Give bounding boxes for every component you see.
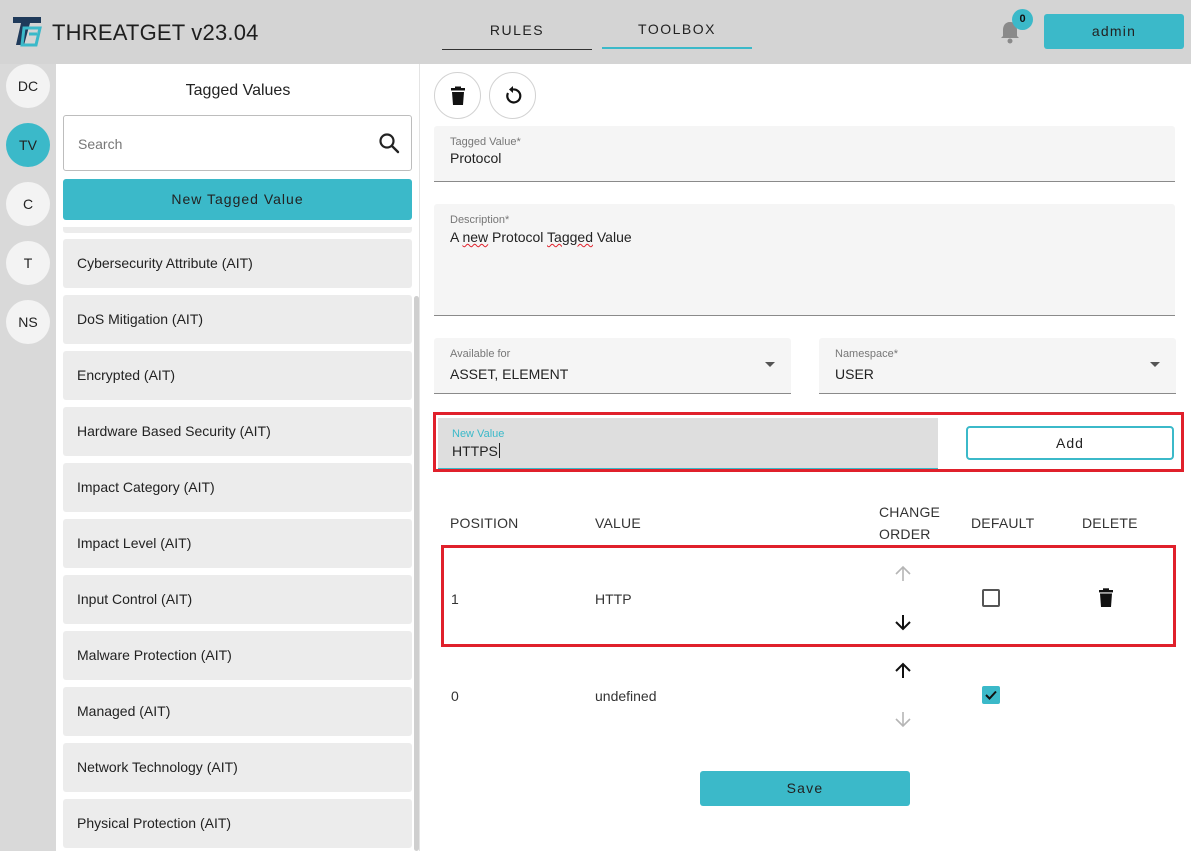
namespace-label: Namespace* [835, 348, 898, 360]
description-input[interactable]: A new Protocol Tagged Value [450, 229, 632, 245]
list-item[interactable]: DoS Mitigation (AIT) [63, 295, 412, 344]
column-header-change-order: CHANGE [879, 504, 941, 520]
row-position: 1 [451, 591, 459, 607]
description-text: Tagged [547, 229, 593, 245]
app-title: THREATGET v23.04 [52, 20, 259, 45]
available-for-value: ASSET, ELEMENT [450, 366, 569, 382]
list-item[interactable]: Cybersecurity Attribute (AIT) [63, 239, 412, 288]
new-value-field[interactable]: New Value HTTPS [438, 418, 938, 469]
trash-icon[interactable] [1096, 587, 1116, 609]
arrow-up-icon[interactable] [893, 661, 913, 681]
rail-item-dc[interactable]: DC [6, 64, 50, 108]
list-item[interactable]: Hardware Based Security (AIT) [63, 407, 412, 456]
user-menu-button[interactable]: admin [1044, 14, 1184, 49]
list-item-partial [63, 227, 412, 233]
new-value-input[interactable]: HTTPS [452, 443, 500, 459]
list-item[interactable]: Network Technology (AIT) [63, 743, 412, 792]
notification-badge: 0 [1012, 9, 1033, 30]
column-header-value: VALUE [595, 515, 641, 531]
rail-item-c[interactable]: C [6, 182, 50, 226]
new-value-highlight: New Value HTTPS Add [433, 412, 1184, 472]
chevron-down-icon [1150, 362, 1160, 367]
list-item[interactable]: Impact Level (AIT) [63, 519, 412, 568]
available-for-select[interactable]: Available for ASSET, ELEMENT [434, 338, 791, 394]
refresh-icon [506, 86, 522, 104]
list-item[interactable]: Managed (AIT) [63, 687, 412, 736]
new-value-text: HTTPS [452, 443, 498, 459]
arrow-up-icon [895, 565, 911, 581]
search-input[interactable] [78, 132, 358, 156]
search-icon[interactable] [378, 132, 400, 154]
list-scrollbar[interactable] [414, 296, 419, 851]
description-text: Value [592, 229, 632, 245]
column-header-delete: DELETE [1082, 515, 1138, 531]
threatget-logo-icon [13, 17, 42, 47]
list-item[interactable]: Physical Protection (AIT) [63, 799, 412, 848]
text-cursor [498, 443, 500, 458]
check-icon [985, 690, 997, 700]
tab-rules[interactable]: RULES [442, 22, 592, 50]
tagged-value-field[interactable]: Tagged Value* Protocol [434, 126, 1175, 182]
rail-item-t[interactable]: T [6, 241, 50, 285]
panel-title: Tagged Values [185, 82, 291, 99]
description-field[interactable]: Description* A new Protocol Tagged Value [434, 204, 1175, 316]
trash-icon [451, 86, 465, 105]
new-value-label: New Value [452, 428, 505, 440]
description-text: A [450, 229, 463, 245]
chevron-down-icon [765, 362, 775, 367]
list-item[interactable]: Impact Category (AIT) [63, 463, 412, 512]
tagged-value-input[interactable]: Protocol [450, 150, 501, 166]
row-value: HTTP [595, 591, 632, 607]
default-checkbox[interactable] [982, 686, 1000, 704]
rail-item-ns[interactable]: NS [6, 300, 50, 344]
column-header-position: POSITION [450, 515, 519, 531]
list-item[interactable]: Input Control (AIT) [63, 575, 412, 624]
available-for-label: Available for [450, 348, 511, 360]
row-position: 0 [451, 688, 459, 704]
tagged-values-panel: Tagged Values New Tagged Value Cybersecu… [56, 64, 420, 851]
arrow-down-icon[interactable] [893, 612, 913, 632]
arrow-down-icon [895, 712, 911, 728]
list-item[interactable]: Encrypted (AIT) [63, 351, 412, 400]
tab-toolbox[interactable]: TOOLBOX [602, 21, 752, 49]
left-rail: DC TV C T NS [0, 64, 56, 851]
column-header-default: DEFAULT [971, 515, 1035, 531]
row-value: undefined [595, 688, 657, 704]
delete-tagged-value-button[interactable] [434, 72, 481, 119]
save-button[interactable]: Save [700, 771, 910, 806]
reset-button[interactable] [489, 72, 536, 119]
table-row-highlight [441, 545, 1176, 647]
description-text: Protocol [488, 229, 548, 245]
default-checkbox[interactable] [982, 589, 1000, 607]
description-label: Description* [450, 214, 510, 226]
new-tagged-value-button[interactable]: New Tagged Value [63, 179, 412, 220]
namespace-select[interactable]: Namespace* USER [819, 338, 1176, 394]
tagged-values-list: Cybersecurity Attribute (AIT) DoS Mitiga… [63, 227, 412, 851]
app-header: THREATGET v23.04 RULES TOOLBOX 0 admin [0, 0, 1191, 64]
tagged-value-label: Tagged Value* [450, 136, 521, 148]
description-text: new [462, 229, 489, 245]
column-header-change-order: ORDER [879, 526, 931, 542]
namespace-value: USER [835, 366, 874, 382]
rail-item-tv[interactable]: TV [6, 123, 50, 167]
list-item[interactable]: Malware Protection (AIT) [63, 631, 412, 680]
search-box [63, 115, 412, 171]
add-value-button[interactable]: Add [966, 426, 1174, 460]
